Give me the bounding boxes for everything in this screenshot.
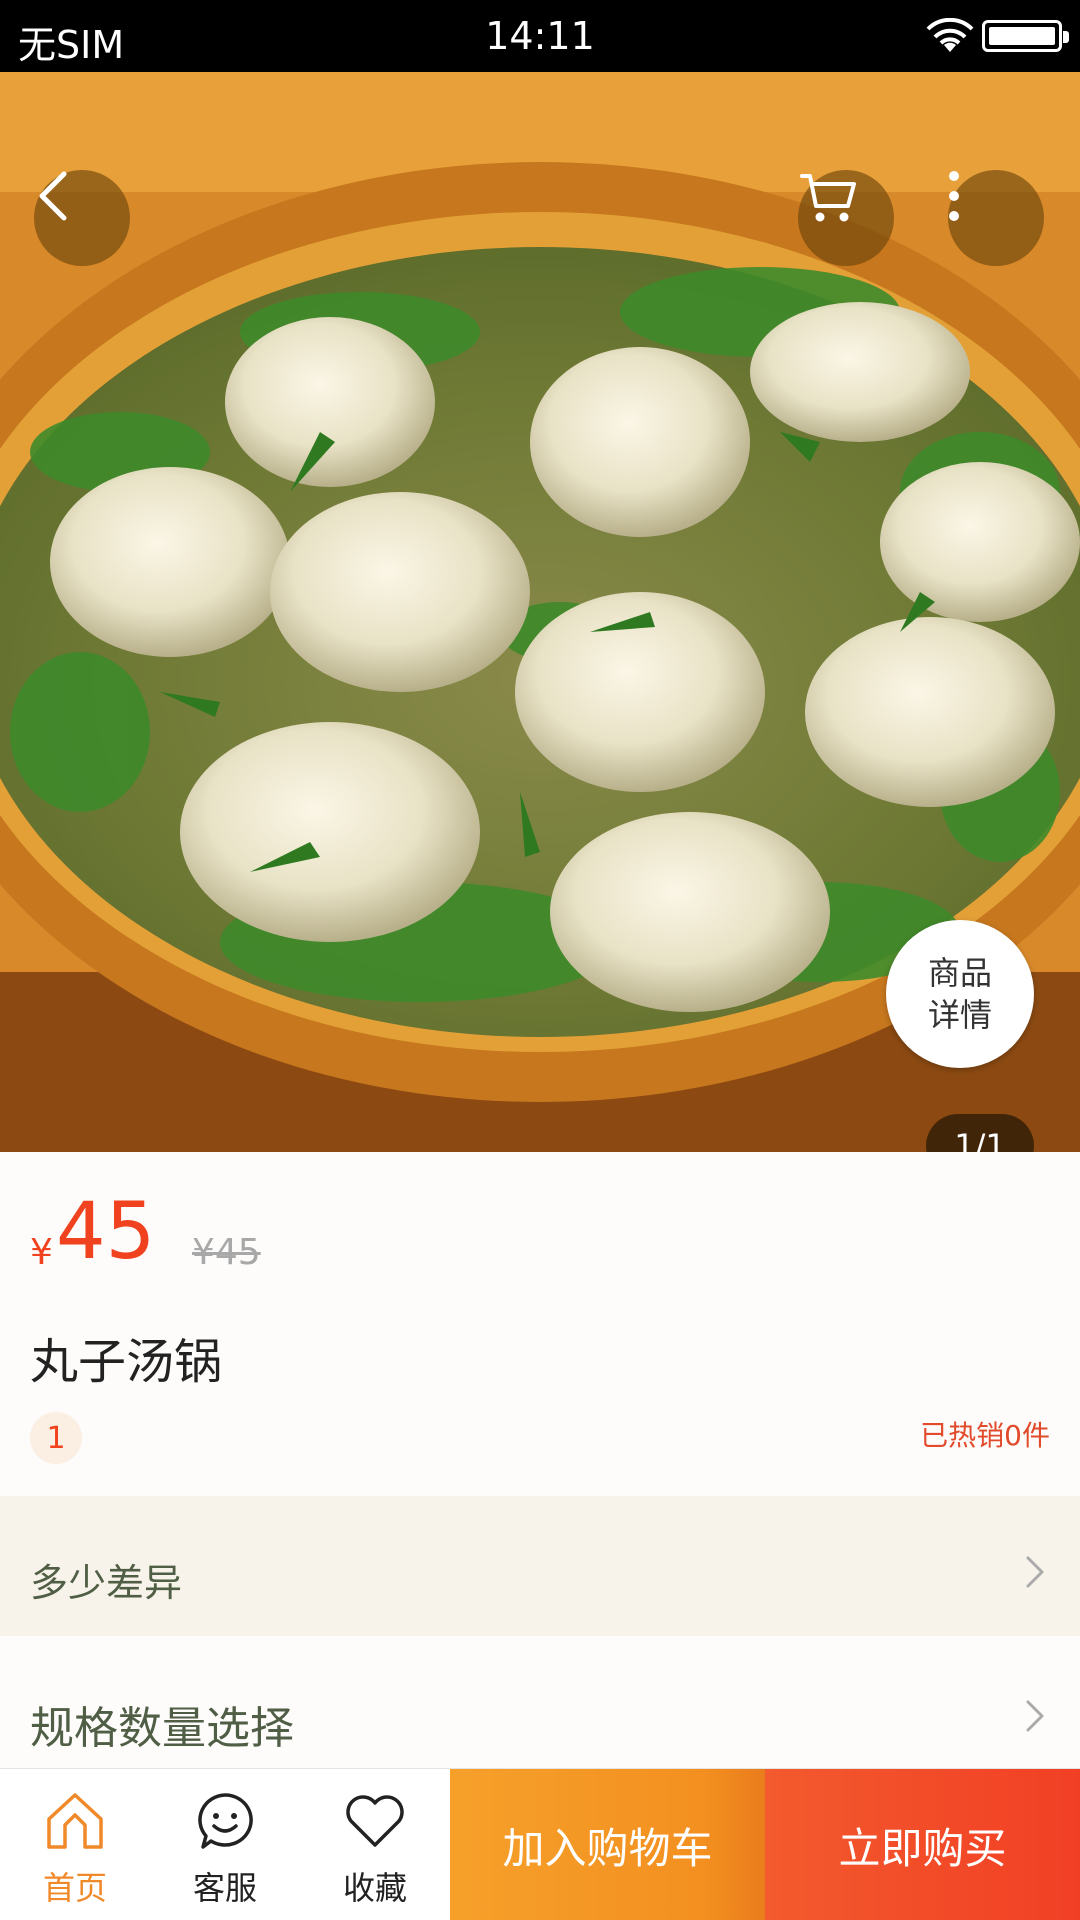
chevron-right-icon [1026,1556,1044,1588]
smiley-chat-icon [198,1793,253,1849]
tab-home[interactable]: 首页 [0,1769,150,1920]
tab-home-label: 首页 [42,1869,107,1907]
detail-label-line1: 商品 [927,954,992,992]
product-image-carousel[interactable]: 商品 详情 1/1 [0,72,1080,1152]
buy-now-button[interactable]: 立即购买 [765,1769,1080,1920]
product-info: ¥ 45 ¥45 丸子汤锅 1 已热销0件 [0,1152,1080,1496]
spec-label: 规格数量选择 [30,1703,294,1754]
tab-customer-service[interactable]: 客服 [150,1769,300,1920]
image-page-indicator: 1/1 [926,1114,1034,1152]
product-name: 丸子汤锅 [30,1334,223,1390]
difference-row[interactable]: 多少差异 [0,1496,1080,1636]
more-vertical-icon [949,171,959,221]
add-to-cart-button[interactable]: 加入购物车 [450,1769,765,1920]
wifi-icon [926,18,974,52]
chevron-right-icon [1026,1700,1044,1732]
heart-icon [346,1795,404,1847]
back-button[interactable] [34,170,130,266]
more-options-button[interactable] [948,170,1044,266]
quantity-badge: 1 [30,1412,82,1464]
tab-favorite-label: 收藏 [342,1869,407,1907]
home-icon [47,1793,103,1849]
product-detail-button[interactable]: 商品 详情 [886,920,1034,1068]
bottom-action-bar: 首页 客服 收藏 加入购物车 立即购买 [0,1768,1080,1920]
cart-button[interactable] [798,170,894,266]
shopping-cart-icon [800,174,856,222]
product-detail-screen: 无SIM 14:11 商品 详情 1/1 ¥ 45 ¥45 丸子汤锅 1 已热销… [0,0,1080,1920]
tab-service-label: 客服 [192,1869,257,1907]
current-price: 45 [56,1187,156,1277]
tab-favorite[interactable]: 收藏 [300,1769,450,1920]
sold-count: 已热销0件 [920,1419,1050,1452]
status-bar: 无SIM 14:11 [0,0,1080,72]
battery-icon [982,20,1069,52]
chevron-left-icon [39,171,67,221]
currency-symbol: ¥ [30,1232,53,1273]
detail-label-line2: 详情 [927,996,992,1034]
difference-label: 多少差异 [30,1561,183,1605]
clock-text: 14:11 [485,14,595,58]
spec-quantity-row[interactable]: 规格数量选择 [0,1636,1080,1768]
original-price: ¥45 [192,1232,261,1273]
